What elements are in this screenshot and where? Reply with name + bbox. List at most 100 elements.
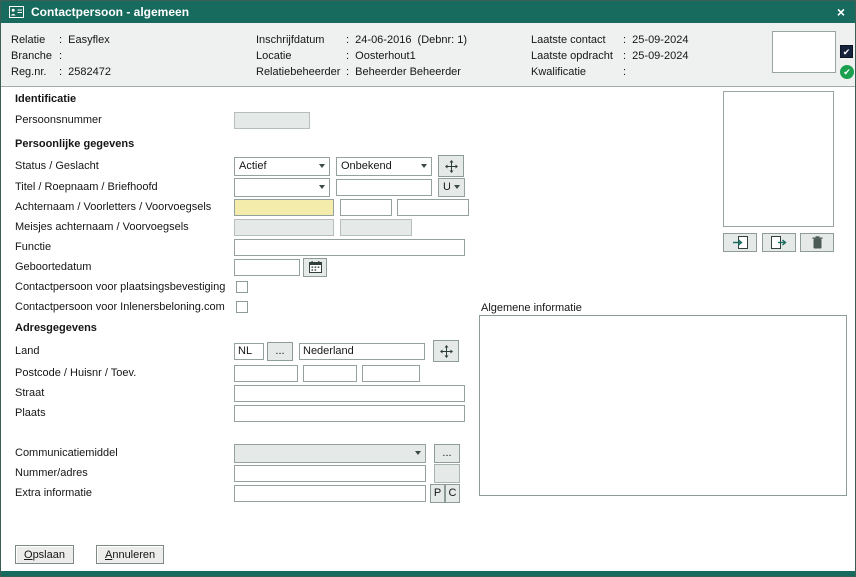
move-fields-button[interactable]: [438, 155, 464, 177]
header-row-branche: Branche:: [11, 48, 111, 64]
move-icon: [440, 345, 453, 358]
chevron-down-icon: [421, 164, 427, 168]
header-value: : 25-09-2024: [623, 50, 688, 62]
header-label: Laatste contact: [531, 32, 623, 48]
window-title: Contactpersoon - algemeen: [31, 5, 835, 19]
meisjes-achternaam-field: [234, 219, 334, 236]
header-value: : 2582472: [59, 66, 111, 78]
move-icon: [445, 160, 458, 173]
header-label: Kwalificatie: [531, 64, 623, 80]
export-document-icon: [770, 236, 787, 250]
window-bottom-edge: [1, 571, 855, 576]
photo-toolbar: [723, 233, 834, 252]
extra-informatie-label: Extra informatie: [15, 487, 234, 499]
meisjes-voorvoegsels-field: [340, 219, 412, 236]
header-label: Reg.nr.: [11, 64, 59, 80]
straat-field[interactable]: [234, 385, 465, 402]
status-geslacht-label: Status / Geslacht: [15, 160, 234, 172]
status-value: Actief: [239, 160, 315, 172]
header-row-locatie: Locatie: Oosterhout1: [256, 48, 467, 64]
header-label: Relatie: [11, 32, 59, 48]
c-button[interactable]: C: [445, 484, 460, 503]
annuleren-button[interactable]: Annuleren: [96, 545, 164, 564]
relation-logo-box: [772, 31, 836, 73]
persoonsnummer-field: [234, 112, 310, 129]
header-row-kwalificatie: Kwalificatie:: [531, 64, 688, 80]
voorvoegsels-field[interactable]: [397, 199, 469, 216]
header-column-1: Relatie: Easyflex Branche: Reg.nr.: 2582…: [11, 32, 111, 80]
plaatsingsbevestiging-checkbox[interactable]: [236, 281, 248, 293]
geslacht-select[interactable]: Onbekend: [336, 157, 432, 176]
communicatiemiddel-select: [234, 444, 426, 463]
algemene-informatie-label: Algemene informatie: [481, 302, 582, 314]
meisjesnaam-label: Meisjes achternaam / Voorvoegsels: [15, 221, 234, 233]
titel-roepnaam-label: Titel / Roepnaam / Briefhoofd: [15, 181, 234, 193]
geslacht-value: Onbekend: [341, 160, 417, 172]
titlebar: Contactpersoon - algemeen ×: [1, 1, 855, 23]
inlenersbeloning-checkbox[interactable]: [236, 301, 248, 313]
algemene-informatie-textarea[interactable]: [479, 315, 847, 496]
header-row-regnr: Reg.nr.: 2582472: [11, 64, 111, 80]
photo-box: [723, 91, 834, 227]
nummer-adres-field[interactable]: [234, 465, 426, 482]
photo-export-button[interactable]: [762, 233, 796, 252]
extra-informatie-field[interactable]: [234, 485, 426, 502]
chevron-down-icon: [454, 185, 460, 189]
move-adres-button[interactable]: [433, 340, 459, 362]
functie-field[interactable]: [234, 239, 465, 256]
plaatsingsbevestiging-row: Contactpersoon voor plaatsingsbevestigin…: [1, 277, 855, 297]
contact-card-icon: [9, 6, 24, 18]
header-label: Relatiebeheerder: [256, 64, 346, 80]
header-column-3: Laatste contact: 25-09-2024 Laatste opdr…: [531, 32, 688, 80]
functie-label: Functie: [15, 241, 234, 253]
header-value: : 24-06-2016 (Debnr: 1): [346, 34, 467, 46]
plaatsingsbevestiging-label: Contactpersoon voor plaatsingsbevestigin…: [15, 281, 234, 293]
photo-import-button[interactable]: [723, 233, 757, 252]
chevron-down-icon: [319, 185, 325, 189]
header-row-inschrijfdatum: Inschrijfdatum: 24-06-2016 (Debnr: 1): [256, 32, 467, 48]
landcode-field[interactable]: [234, 343, 264, 360]
opslaan-button[interactable]: Opslaan: [15, 545, 74, 564]
nummer-lookup-button: [434, 464, 460, 483]
briefhoofd-select[interactable]: U: [438, 178, 465, 197]
chevron-down-icon: [415, 451, 421, 455]
header-label: Branche: [11, 48, 59, 64]
inlenersbeloning-label: Contactpersoon voor Inlenersbeloning.com: [15, 301, 234, 313]
status-ok-icon: ✔: [840, 65, 854, 79]
header-label: Inschrijfdatum: [256, 32, 346, 48]
plaats-field[interactable]: [234, 405, 465, 422]
chevron-down-icon: [319, 164, 325, 168]
header-label: Locatie: [256, 48, 346, 64]
relation-info-header: Relatie: Easyflex Branche: Reg.nr.: 2582…: [1, 23, 855, 87]
header-value: :: [623, 66, 626, 78]
calendar-icon: [309, 261, 322, 273]
action-buttons: Opslaan Annuleren: [15, 545, 164, 564]
communicatiemiddel-label: Communicatiemiddel: [15, 447, 234, 459]
close-icon[interactable]: ×: [835, 5, 847, 19]
trash-icon: [812, 236, 823, 249]
nummer-adres-label: Nummer/adres: [15, 467, 234, 479]
import-document-icon: [732, 236, 749, 250]
photo-delete-button[interactable]: [800, 233, 834, 252]
calendar-button[interactable]: [303, 258, 327, 277]
geboortedatum-label: Geboortedatum: [15, 261, 234, 273]
landnaam-field[interactable]: [299, 343, 425, 360]
p-button[interactable]: P: [430, 484, 445, 503]
status-select[interactable]: Actief: [234, 157, 330, 176]
checked-checkbox-icon[interactable]: ✔: [840, 45, 853, 58]
achternaam-field[interactable]: [234, 199, 334, 216]
land-lookup-button[interactable]: ...: [267, 342, 293, 361]
roepnaam-field[interactable]: [336, 179, 432, 196]
header-column-2: Inschrijfdatum: 24-06-2016 (Debnr: 1) Lo…: [256, 32, 467, 80]
header-row-relatiebeheerder: Relatiebeheerder: Beheerder Beheerder: [256, 64, 467, 80]
straat-label: Straat: [15, 387, 234, 399]
geboortedatum-field[interactable]: [234, 259, 300, 276]
voorletters-field[interactable]: [340, 199, 392, 216]
toevoeging-field[interactable]: [362, 365, 420, 382]
titel-select[interactable]: [234, 178, 330, 197]
briefhoofd-value: U: [443, 181, 450, 193]
huisnr-field[interactable]: [303, 365, 357, 382]
postcode-field[interactable]: [234, 365, 298, 382]
communicatiemiddel-lookup-button[interactable]: ...: [434, 444, 460, 463]
header-value: :: [59, 50, 62, 62]
